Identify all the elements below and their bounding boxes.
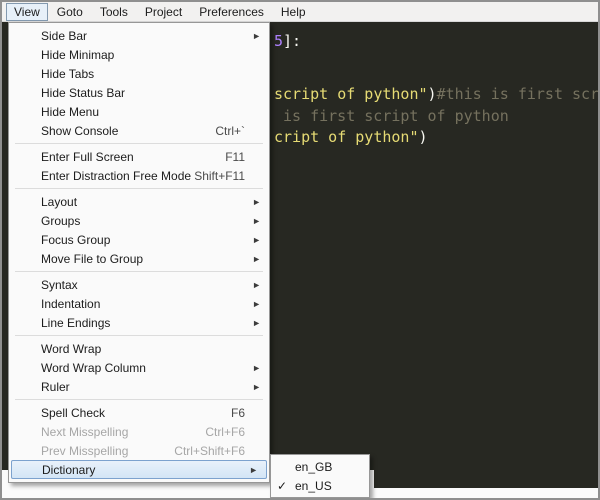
menu-item-word-wrap[interactable]: Word Wrap (9, 339, 269, 358)
code-segment: ) (418, 128, 428, 146)
menu-item-label: Show Console (41, 123, 119, 138)
menu-item-enter-full-screen[interactable]: Enter Full Screen F11 (9, 147, 269, 166)
submenu-item-label: en_US (295, 478, 332, 493)
menu-item-label: Word Wrap (41, 341, 102, 356)
code-segment: ]: (283, 32, 302, 50)
menu-item-enter-distraction-free-mode[interactable]: Enter Distraction Free Mode Shift+F11 (9, 166, 269, 185)
menu-item-hide-menu[interactable]: Hide Menu (9, 102, 269, 121)
checkmark-icon: ✓ (277, 478, 288, 493)
menu-item-label: Next Misspelling (41, 424, 129, 439)
menu-item-label: Enter Full Screen (41, 149, 134, 164)
menubar-item-goto[interactable]: Goto (49, 3, 91, 21)
menu-item-shortcut: Shift+F11 (194, 168, 245, 183)
menu-separator (15, 335, 263, 336)
menu-separator (15, 143, 263, 144)
menu-item-label: Indentation (41, 296, 101, 311)
menu-item-groups[interactable]: Groups ► (9, 211, 269, 230)
chevron-right-icon: ► (252, 253, 261, 264)
chevron-right-icon: ► (252, 362, 261, 373)
menu-item-shortcut: F11 (225, 149, 245, 164)
chevron-right-icon: ► (252, 215, 261, 226)
menu-item-shortcut: Ctrl+Shift+F6 (174, 443, 245, 458)
menu-item-label: Spell Check (41, 405, 106, 420)
menu-item-label: Groups (41, 213, 81, 228)
chevron-right-icon: ► (252, 30, 261, 41)
menu-item-indentation[interactable]: Indentation ► (9, 294, 269, 313)
code-line: script of python")#this is first scr (274, 85, 598, 103)
menu-item-label: Side Bar (41, 28, 88, 43)
menubar-item-tools[interactable]: Tools (92, 3, 136, 21)
menu-item-syntax[interactable]: Syntax ► (9, 275, 269, 294)
menu-item-hide-tabs[interactable]: Hide Tabs (9, 64, 269, 83)
submenu-item-label: en_GB (295, 459, 333, 474)
menu-item-label: Hide Minimap (41, 47, 115, 62)
menu-item-label: Hide Tabs (41, 66, 95, 81)
code-segment: #this is first scr (436, 85, 598, 103)
dictionary-submenu: en_GB ✓ en_US (270, 454, 370, 498)
menu-item-shortcut: Ctrl+` (215, 123, 245, 138)
chevron-right-icon: ► (249, 464, 258, 475)
menu-item-shortcut: Ctrl+F6 (205, 424, 245, 439)
menubar: View Goto Tools Project Preferences Help (2, 2, 598, 22)
menu-item-label: Enter Distraction Free Mode (41, 168, 192, 183)
menu-item-label: Move File to Group (41, 251, 144, 266)
menu-item-dictionary[interactable]: Dictionary ► (11, 460, 267, 479)
menu-item-layout[interactable]: Layout ► (9, 192, 269, 211)
chevron-right-icon: ► (252, 234, 261, 245)
menu-item-hide-minimap[interactable]: Hide Minimap (9, 45, 269, 64)
menubar-item-preferences[interactable]: Preferences (191, 3, 272, 21)
code-segment: 5 (274, 32, 284, 50)
menu-item-label: Dictionary (42, 462, 96, 477)
menu-item-label: Syntax (41, 277, 78, 292)
menu-item-label: Layout (41, 194, 78, 209)
chevron-right-icon: ► (252, 317, 261, 328)
menubar-item-view[interactable]: View (6, 2, 48, 21)
menubar-item-help[interactable]: Help (273, 3, 314, 21)
menu-item-side-bar[interactable]: Side Bar ► (9, 26, 269, 45)
sublime-text-window: 5]: script of python")#this is first scr i… (0, 0, 600, 500)
menu-separator (15, 188, 263, 189)
chevron-right-icon: ► (252, 381, 261, 392)
chevron-right-icon: ► (252, 196, 261, 207)
bottom-strip (374, 488, 598, 498)
menu-item-label: Ruler (41, 379, 70, 394)
menu-item-label: Hide Status Bar (41, 85, 126, 100)
code-line: is first script of python (283, 107, 509, 125)
menu-item-line-endings[interactable]: Line Endings ► (9, 313, 269, 332)
menu-item-ruler[interactable]: Ruler ► (9, 377, 269, 396)
menu-item-label: Prev Misspelling (41, 443, 129, 458)
menu-item-hide-status-bar[interactable]: Hide Status Bar (9, 83, 269, 102)
menu-item-show-console[interactable]: Show Console Ctrl+` (9, 121, 269, 140)
submenu-item-en-us[interactable]: ✓ en_US (271, 476, 369, 495)
menu-item-label: Word Wrap Column (41, 360, 146, 375)
menu-item-label: Line Endings (41, 315, 111, 330)
menu-item-prev-misspelling[interactable]: Prev Misspelling Ctrl+Shift+F6 (9, 441, 269, 460)
code-segment: is first script of python (283, 107, 509, 125)
menu-item-focus-group[interactable]: Focus Group ► (9, 230, 269, 249)
menu-item-label: Focus Group (41, 232, 111, 247)
menu-item-move-file-to-group[interactable]: Move File to Group ► (9, 249, 269, 268)
menu-separator (15, 271, 263, 272)
code-line: 5]: (274, 32, 301, 50)
code-segment: cript of python" (274, 128, 419, 146)
code-segment: script of python" (274, 85, 428, 103)
menu-item-spell-check[interactable]: Spell Check F6 (9, 403, 269, 422)
menu-item-label: Hide Menu (41, 104, 100, 119)
view-menu: Side Bar ► Hide Minimap Hide Tabs Hide Statu… (8, 22, 270, 483)
menubar-item-project[interactable]: Project (137, 3, 190, 21)
chevron-right-icon: ► (252, 279, 261, 290)
chevron-right-icon: ► (252, 298, 261, 309)
code-line: cript of python") (274, 128, 428, 146)
code-segment: ) (427, 85, 437, 103)
menu-separator (15, 399, 263, 400)
menu-item-word-wrap-column[interactable]: Word Wrap Column ► (9, 358, 269, 377)
menu-item-next-misspelling[interactable]: Next Misspelling Ctrl+F6 (9, 422, 269, 441)
submenu-item-en-gb[interactable]: en_GB (271, 457, 369, 476)
menu-item-shortcut: F6 (230, 405, 245, 420)
